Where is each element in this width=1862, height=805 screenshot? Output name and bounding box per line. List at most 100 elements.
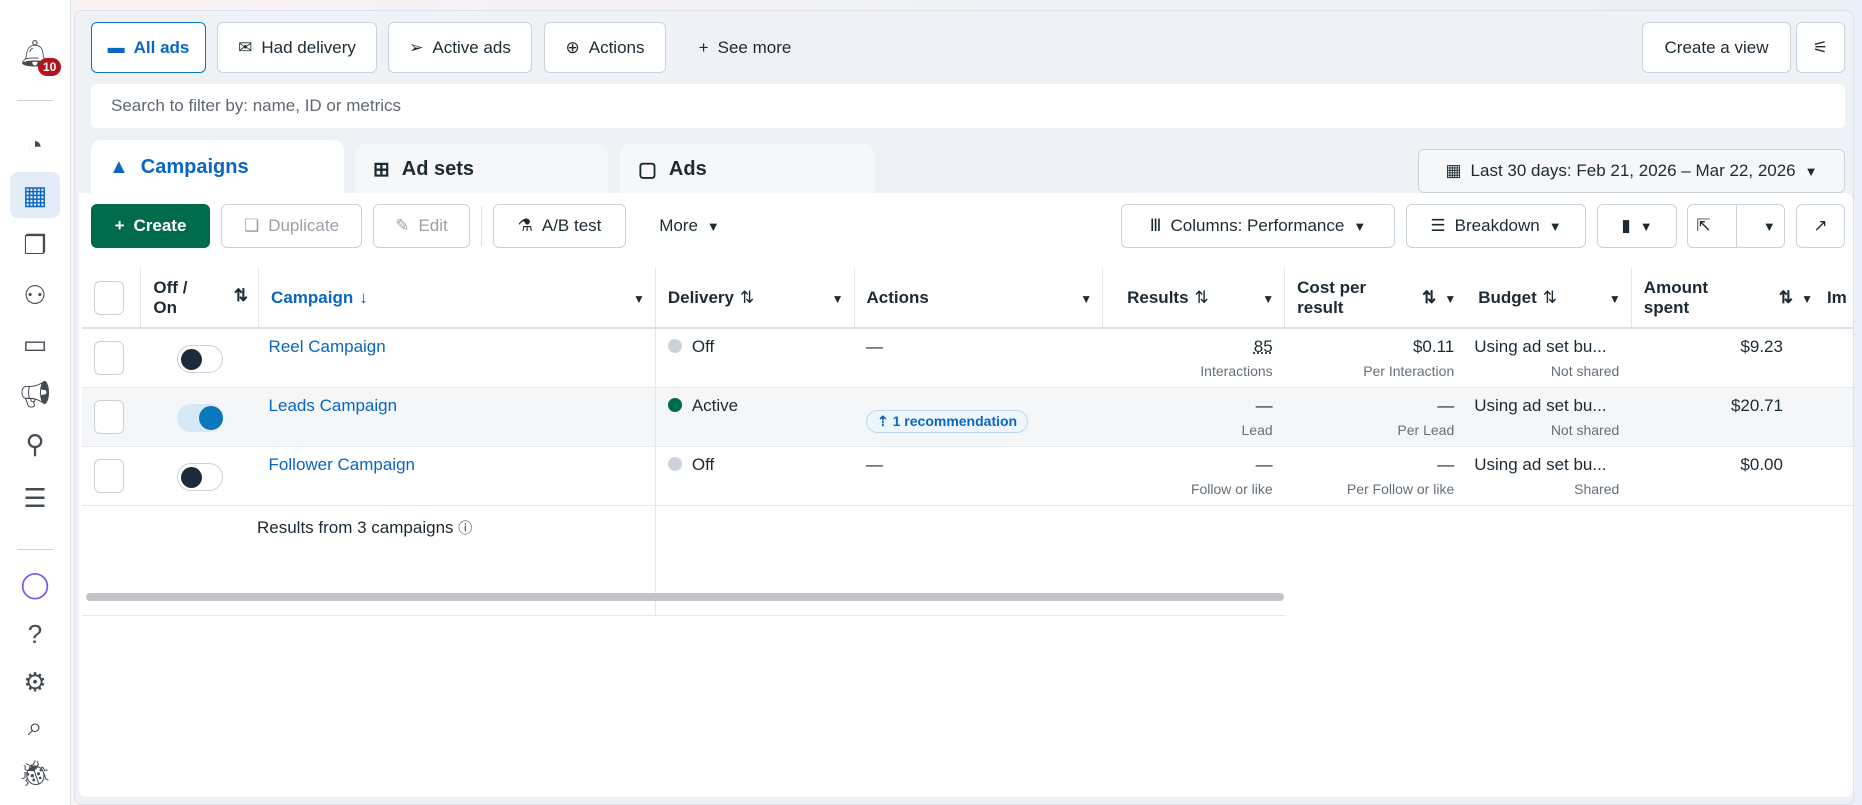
- meta-ai-ring-icon[interactable]: ◯: [10, 561, 60, 607]
- row-checkbox[interactable]: [94, 400, 124, 434]
- dashboard-gauge-icon[interactable]: ◔: [10, 122, 60, 168]
- events-network-icon[interactable]: ⚲: [10, 421, 60, 467]
- charts-trend-icon[interactable]: ↗: [1796, 204, 1845, 248]
- budget-shared: Not shared: [1550, 363, 1620, 379]
- impressions-cell: [1822, 328, 1853, 388]
- horizontal-scrollbar[interactable]: [86, 593, 1284, 601]
- sort-icon[interactable]: ⇅: [1195, 288, 1209, 307]
- search-input[interactable]: Search to filter by: name, ID or metrics: [91, 84, 1845, 128]
- info-icon[interactable]: ⓘ: [458, 520, 472, 536]
- breakdown-button[interactable]: ☰ Breakdown ▼: [1406, 204, 1586, 248]
- filter-active-ads[interactable]: ➢ Active ads: [388, 22, 532, 73]
- report-bug-icon[interactable]: 🐞︎: [10, 750, 60, 796]
- column-menu-icon[interactable]: ▼: [1444, 292, 1456, 306]
- campaign-toggle[interactable]: [176, 404, 223, 432]
- sidebar: 🔔︎ 10 ◔ ▦ ❐ ⚇ ▭ 📢︎ ⚲ ☰ ◯ ? ⚙ ⌕ 🐞︎: [0, 0, 71, 805]
- select-all-checkbox[interactable]: [94, 280, 124, 315]
- tab-campaigns[interactable]: ▲ Campaigns: [91, 140, 344, 194]
- tab-ad-sets[interactable]: ⊞ Ad sets: [355, 144, 608, 194]
- column-menu-icon[interactable]: ▼: [1609, 292, 1621, 306]
- column-menu-icon[interactable]: ▼: [1080, 292, 1092, 306]
- results-value: 85: [1253, 337, 1273, 356]
- header-amount-spent[interactable]: Amount spent ⇅ ▼: [1631, 268, 1823, 329]
- sort-icon[interactable]: ⇅: [1422, 288, 1436, 308]
- campaign-name-link[interactable]: Leads Campaign: [269, 396, 398, 415]
- campaigns-table-icon[interactable]: ▦: [10, 172, 60, 218]
- campaign-name-link[interactable]: Follower Campaign: [269, 455, 415, 474]
- filter-actions[interactable]: ⊕ Actions: [544, 22, 666, 73]
- budget-cell: Using ad set bu... Not shared: [1466, 328, 1632, 388]
- select-cell: [82, 328, 141, 388]
- recommendation-label: 1 recommendation: [892, 413, 1018, 429]
- table-row[interactable]: Leads Campaign Active ⇡ 1 recommendation…: [82, 387, 1853, 447]
- date-range-picker[interactable]: ▦ Last 30 days: Feb 21, 2026 – Mar 22, 20…: [1418, 149, 1845, 193]
- audiences-icon[interactable]: ⚇: [10, 272, 60, 318]
- columns-button[interactable]: Ⅲ Columns: Performance ▼: [1121, 204, 1395, 248]
- actions-value: —: [866, 337, 883, 356]
- ab-test-button[interactable]: ⚗ A/B test: [493, 204, 626, 248]
- billing-card-icon[interactable]: ▭: [10, 321, 60, 367]
- campaign-name-link[interactable]: Reel Campaign: [269, 337, 386, 356]
- header-label: Results: [1127, 287, 1189, 307]
- column-menu-icon[interactable]: ▼: [633, 292, 645, 306]
- cost-value: —: [1437, 455, 1455, 474]
- campaign-folder-icon: ▲: [109, 155, 129, 178]
- filter-had-delivery[interactable]: ✉ Had delivery: [217, 22, 377, 73]
- help-icon[interactable]: ?: [10, 611, 60, 657]
- search-icon[interactable]: ⌕: [10, 704, 60, 750]
- create-label: Create: [133, 216, 187, 235]
- header-label: Actions: [866, 287, 929, 307]
- campaign-toggle[interactable]: [176, 345, 223, 373]
- sort-icon[interactable]: ⇅: [740, 288, 754, 307]
- columns-label: Columns: Performance: [1170, 216, 1345, 235]
- ads-megaphone-icon[interactable]: 📢︎: [10, 371, 60, 417]
- recommendation-badge[interactable]: ⇡ 1 recommendation: [866, 410, 1029, 433]
- delivery-status: Off: [691, 455, 715, 474]
- column-menu-icon[interactable]: ▼: [1262, 292, 1274, 306]
- plus-icon: +: [698, 37, 709, 57]
- folder-icon: ▬: [107, 37, 125, 57]
- duplicate-button[interactable]: ❏ Duplicate: [221, 204, 362, 248]
- create-view-button[interactable]: Create a view: [1642, 22, 1791, 73]
- select-all-header: [82, 268, 142, 329]
- reports-button[interactable]: ▮ ▼: [1597, 204, 1677, 248]
- export-button[interactable]: ⇱ ▼: [1687, 204, 1785, 248]
- table-row[interactable]: Follower Campaign Off — — Follow or like …: [82, 446, 1853, 506]
- header-actions[interactable]: Actions ▼: [854, 268, 1104, 329]
- all-tools-menu-icon[interactable]: ☰: [10, 475, 60, 521]
- view-settings-sliders-icon[interactable]: ⚟: [1796, 22, 1845, 73]
- toggle-cell: [140, 328, 259, 388]
- see-more-button[interactable]: + See more: [690, 22, 800, 73]
- ad-sets-grid-icon: ⊞: [373, 158, 390, 181]
- column-menu-icon[interactable]: ▼: [1801, 292, 1813, 306]
- header-cost-per-result[interactable]: Cost per result ⇅ ▼: [1284, 268, 1467, 329]
- header-results[interactable]: Results ⇅ ▼: [1102, 268, 1286, 329]
- row-checkbox[interactable]: [94, 341, 124, 375]
- campaign-toggle[interactable]: [176, 463, 223, 491]
- pages-icon[interactable]: ❐: [10, 222, 60, 268]
- filter-all-ads[interactable]: ▬ All ads: [91, 22, 206, 73]
- toggle-knob: [180, 467, 202, 488]
- amount-spent-cell: $9.23: [1631, 328, 1823, 388]
- notifications-bell-icon[interactable]: 🔔︎ 10: [10, 30, 62, 76]
- create-button[interactable]: + Create: [91, 204, 210, 248]
- header-impressions[interactable]: Im: [1822, 268, 1853, 329]
- sort-icon[interactable]: ⇅: [1779, 288, 1793, 308]
- header-campaign[interactable]: Campaign ↓ ▼: [258, 268, 656, 329]
- sort-icon[interactable]: ⇅: [234, 286, 248, 306]
- header-delivery[interactable]: Delivery ⇅ ▼: [655, 268, 855, 329]
- edit-button[interactable]: ✎ Edit: [373, 204, 470, 248]
- chevron-down-icon: ▼: [1762, 218, 1776, 234]
- more-button[interactable]: More ▼: [642, 204, 737, 248]
- results-cell: 85 Interactions: [1102, 328, 1285, 388]
- settings-gear-icon[interactable]: ⚙: [10, 659, 60, 705]
- header-off-on[interactable]: Off / On ⇅: [140, 268, 260, 329]
- row-checkbox[interactable]: [94, 459, 124, 493]
- sort-down-icon[interactable]: ↓: [359, 288, 368, 307]
- sort-icon[interactable]: ⇅: [1543, 288, 1557, 307]
- header-budget[interactable]: Budget ⇅ ▼: [1466, 268, 1632, 329]
- column-menu-icon[interactable]: ▼: [832, 292, 844, 306]
- table-row[interactable]: Reel Campaign Off — 85 Interactions $0.11…: [82, 328, 1853, 388]
- tab-ads[interactable]: ▢ Ads: [620, 144, 874, 194]
- export-icon: ⇱: [1696, 216, 1711, 235]
